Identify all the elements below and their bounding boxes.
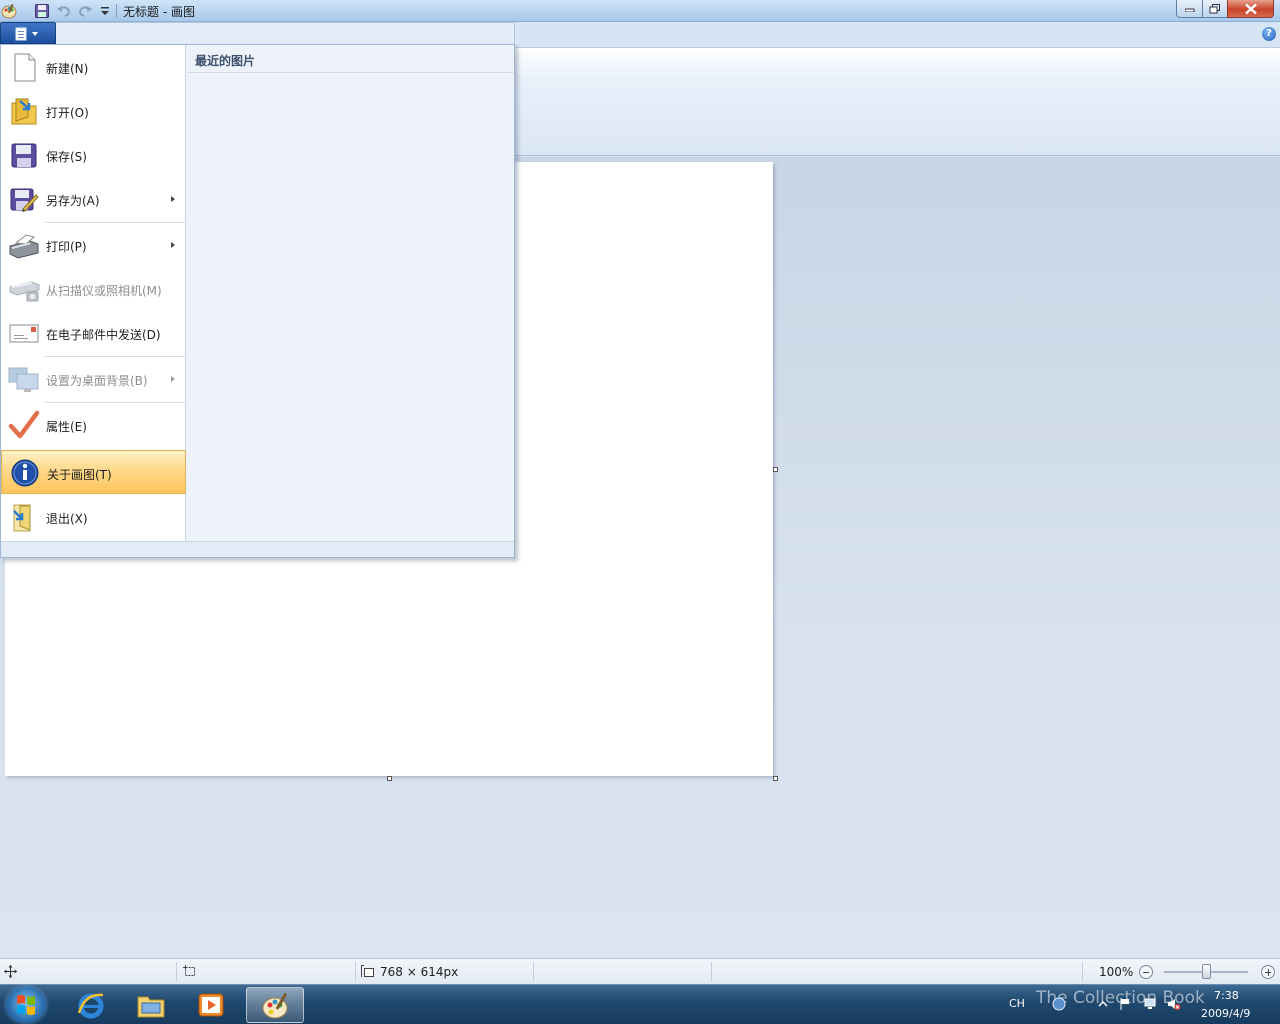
canvas-resize-handle-bottom[interactable] (387, 776, 392, 781)
minimize-icon (1184, 8, 1194, 12)
action-center-flag-icon[interactable] (1118, 997, 1132, 1011)
file-menu-icon (15, 27, 38, 41)
volume-muted-icon[interactable] (1167, 997, 1181, 1011)
zoom-level-text: 100% (1099, 965, 1134, 979)
menu-item-label: 退出(X) (46, 512, 88, 526)
menu-item-about-paint[interactable]: 关于画图(T) (1, 450, 186, 494)
taskbar: CH The Collection Book 7:38 2009/4/9 (0, 984, 1280, 1024)
paint-app-icon[interactable] (1, 3, 17, 19)
file-menu-top-strip (56, 22, 515, 45)
save-icon[interactable] (34, 3, 50, 19)
redo-icon[interactable] (77, 3, 93, 19)
menu-item-label: 在电子邮件中发送(D) (46, 328, 161, 342)
desktop-background-icon (8, 363, 40, 395)
minimize-button[interactable] (1176, 0, 1203, 18)
printer-icon (8, 229, 40, 261)
quick-access-separator (116, 4, 117, 18)
clock-date[interactable]: 2009/4/9 (1201, 1007, 1250, 1020)
submenu-arrow-icon (171, 242, 175, 248)
new-document-icon (8, 51, 40, 83)
menu-item-save[interactable]: 保存(S) (1, 133, 186, 177)
selection-size-icon (183, 965, 197, 981)
taskbar-paint[interactable] (246, 987, 304, 1023)
menu-item-label: 打开(O) (46, 106, 89, 120)
menu-item-label: 关于画图(T) (47, 468, 112, 482)
scanner-icon (8, 273, 40, 305)
menu-item-new[interactable]: 新建(N) (1, 45, 186, 89)
menu-item-label: 新建(N) (46, 62, 89, 76)
zoom-in-button[interactable] (1261, 965, 1275, 979)
open-folder-icon (8, 95, 40, 127)
help-icon[interactable]: ? (1262, 27, 1276, 41)
recent-pictures-panel: 最近的图片 (187, 45, 514, 541)
explorer-folder-icon (137, 996, 165, 1018)
network-icon[interactable] (1143, 997, 1157, 1011)
clock-time[interactable]: 7:38 (1214, 989, 1239, 1002)
media-player-icon (198, 993, 224, 1017)
ie-icon (77, 993, 104, 1019)
taskbar-media-player[interactable] (182, 987, 240, 1023)
zoom-out-button[interactable] (1139, 965, 1153, 979)
show-hidden-icons-icon[interactable] (1096, 997, 1110, 1011)
menu-item-label: 属性(E) (46, 420, 87, 434)
info-icon (9, 457, 41, 489)
image-size-text: 768 × 614px (380, 965, 459, 979)
file-menu-button[interactable] (0, 22, 56, 44)
canvas-resize-handle-right[interactable] (773, 467, 778, 472)
language-indicator[interactable]: CH (1009, 997, 1025, 1010)
windows-logo-icon (17, 995, 35, 1015)
taskbar-internet-explorer[interactable] (62, 987, 120, 1023)
title-bar: 无标题 - 画图 (0, 0, 1280, 22)
menu-item-exit[interactable]: 退出(X) (1, 495, 186, 539)
status-separator (1082, 962, 1083, 982)
status-separator (355, 962, 356, 982)
submenu-arrow-icon (171, 196, 175, 202)
status-separator (176, 962, 177, 982)
zoom-slider-thumb[interactable] (1202, 964, 1211, 979)
file-menu-commands: 新建(N) 打开(O) 保存(S) 另存为(A) 打印(P) 从扫描仪或照相机(… (1, 45, 186, 541)
recent-pictures-divider (187, 72, 514, 73)
restore-icon (1209, 3, 1220, 13)
menu-item-label: 另存为(A) (46, 194, 100, 208)
help-tray-icon[interactable] (1052, 997, 1066, 1011)
cursor-position-icon (4, 965, 17, 981)
undo-icon[interactable] (56, 3, 72, 19)
save-disk-icon (8, 139, 40, 171)
recent-pictures-title: 最近的图片 (195, 54, 256, 68)
menu-item-set-desktop-background[interactable]: 设置为桌面背景(B) (1, 357, 186, 401)
menu-item-properties[interactable]: 属性(E) (1, 403, 186, 447)
menu-item-save-as[interactable]: 另存为(A) (1, 177, 186, 221)
menu-item-label: 保存(S) (46, 150, 87, 164)
menu-item-from-scanner[interactable]: 从扫描仪或照相机(M) (1, 267, 186, 311)
menu-item-print[interactable]: 打印(P) (1, 223, 186, 267)
exit-icon (8, 501, 40, 533)
status-separator (711, 962, 712, 982)
image-size-icon (361, 965, 375, 981)
customize-quick-access-icon[interactable] (97, 3, 113, 19)
close-button[interactable] (1227, 0, 1274, 18)
menu-item-open[interactable]: 打开(O) (1, 89, 186, 133)
menu-item-label: 从扫描仪或照相机(M) (46, 284, 162, 298)
window-title: 无标题 - 画图 (123, 5, 195, 19)
close-icon (1244, 3, 1257, 14)
paint-palette-icon (262, 992, 288, 1019)
taskbar-windows-explorer[interactable] (122, 987, 180, 1023)
status-separator (533, 962, 534, 982)
restore-button[interactable] (1202, 0, 1228, 18)
checkmark-icon (8, 409, 40, 441)
status-bar: 768 × 614px 100% (0, 958, 1280, 984)
menu-item-send-email[interactable]: 在电子邮件中发送(D) (1, 311, 186, 355)
file-menu-footer (1, 541, 514, 557)
start-button[interactable] (6, 987, 46, 1023)
save-as-icon (8, 183, 40, 215)
canvas-resize-handle-corner[interactable] (773, 776, 778, 781)
menu-item-label: 设置为桌面背景(B) (46, 374, 148, 388)
file-menu: 新建(N) 打开(O) 保存(S) 另存为(A) 打印(P) 从扫描仪或照相机(… (0, 44, 515, 558)
menu-item-label: 打印(P) (46, 240, 87, 254)
email-icon (8, 317, 40, 349)
submenu-arrow-icon (171, 376, 175, 382)
